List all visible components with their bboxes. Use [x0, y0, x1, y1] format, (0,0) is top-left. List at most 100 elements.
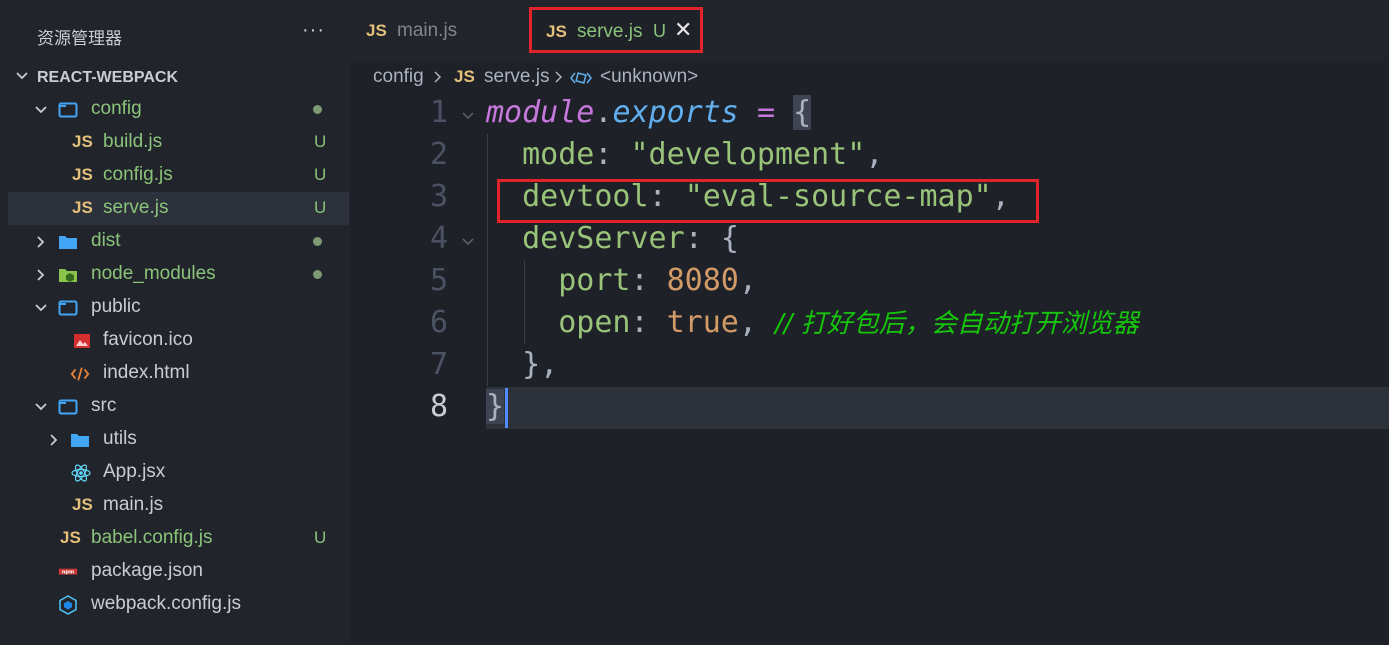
- untracked-badge: U: [314, 528, 327, 547]
- project-root[interactable]: REACT-WEBPACK: [0, 62, 350, 92]
- explorer-header: 资源管理器 ···: [0, 0, 350, 66]
- node-folder-icon: [59, 269, 77, 282]
- line-number: 8: [429, 389, 448, 424]
- tree-item-label: serve.js: [103, 197, 169, 218]
- tree-item-node-modules[interactable]: node_modules: [8, 258, 349, 291]
- js-file-icon: JS: [546, 22, 567, 41]
- tree-item-label: favicon.ico: [103, 329, 193, 350]
- tree-item-label: dist: [91, 230, 121, 251]
- tree-item-label: webpack.config.js: [91, 593, 241, 614]
- chevron-down-icon: [35, 304, 47, 312]
- explorer-sidebar: 资源管理器 ··· REACT-WEBPACK config JS build.…: [0, 0, 350, 645]
- tree-item-webpack-config[interactable]: webpack.config.js: [8, 588, 349, 621]
- tree-item-src[interactable]: src: [8, 390, 349, 423]
- tree-item-index-html[interactable]: index.html: [8, 357, 349, 390]
- tree-item-label: package.json: [91, 560, 203, 581]
- symbol-variable-icon: [570, 72, 592, 84]
- code-line-7: },: [522, 347, 559, 382]
- folder-icon: [71, 434, 89, 447]
- line-number: 4: [429, 221, 448, 256]
- tree-item-label: public: [91, 296, 141, 317]
- tree-item-utils[interactable]: utils: [8, 423, 349, 456]
- project-name: REACT-WEBPACK: [37, 69, 179, 86]
- code-line-8: }: [486, 389, 505, 424]
- image-file-icon: [74, 334, 90, 348]
- tree-item-main-js[interactable]: JS main.js: [8, 489, 349, 522]
- js-file-icon: JS: [72, 495, 93, 514]
- js-file-icon: JS: [60, 528, 81, 547]
- js-file-icon: JS: [454, 67, 475, 86]
- chevron-right-icon: [434, 71, 442, 83]
- line-number: 7: [429, 347, 448, 382]
- line-number: 1: [429, 95, 448, 130]
- breadcrumb-symbol[interactable]: <unknown>: [600, 66, 698, 88]
- chevron-down-icon: [35, 403, 47, 411]
- modified-dot: [313, 270, 322, 279]
- modified-dot: [313, 105, 322, 114]
- code-line-5: port: 8080,: [558, 263, 757, 298]
- untracked-badge: U: [314, 198, 327, 217]
- untracked-badge: U: [653, 21, 666, 41]
- explorer-title: 资源管理器: [37, 29, 122, 48]
- tree-item-build-js[interactable]: JS build.js U: [8, 126, 349, 159]
- folder-open-icon: [58, 102, 78, 118]
- close-icon[interactable]: ✕: [674, 17, 692, 43]
- fold-chevron-icon[interactable]: [461, 235, 475, 249]
- breadcrumb: config JS serve.js <unknown>: [350, 62, 1389, 92]
- tab-label: serve.js: [577, 21, 643, 42]
- current-line-highlight: [486, 387, 1389, 429]
- tree-item-config-js[interactable]: JS config.js U: [8, 159, 349, 192]
- breadcrumb-folder[interactable]: config: [373, 66, 424, 88]
- js-file-icon: JS: [72, 165, 93, 184]
- tree-item-babel-config[interactable]: JS babel.config.js U: [8, 522, 349, 555]
- modified-dot: [313, 237, 322, 246]
- tab-label: main.js: [397, 20, 458, 41]
- tree-item-favicon[interactable]: favicon.ico: [8, 324, 349, 357]
- js-file-icon: JS: [72, 198, 93, 217]
- tree-item-label: build.js: [103, 131, 163, 152]
- tree-item-label: config: [91, 98, 142, 119]
- tree-item-dist[interactable]: dist: [8, 225, 349, 258]
- code-line-6: open: true, // 打好包后，会自动打开浏览器: [558, 305, 1139, 340]
- code-editor[interactable]: 1 2 3 4 5 6 7 8 module.exports = { mode:…: [350, 92, 1389, 645]
- js-file-icon: JS: [72, 132, 93, 151]
- more-actions-button[interactable]: ···: [302, 19, 325, 42]
- tree-item-serve-js[interactable]: JS serve.js U: [8, 192, 349, 225]
- chevron-right-icon: [37, 236, 45, 248]
- tree-item-app-jsx[interactable]: App.jsx: [8, 456, 349, 489]
- text-cursor: [505, 388, 508, 428]
- tab-serve-js[interactable]: JS serve.js U ✕: [529, 7, 703, 53]
- tree-item-label: config.js: [103, 164, 173, 185]
- line-number: 6: [429, 305, 448, 340]
- line-number: 3: [429, 179, 448, 214]
- line-number: 2: [429, 137, 448, 172]
- tree-item-label: main.js: [103, 494, 164, 515]
- untracked-badge: U: [314, 132, 327, 151]
- tree-item-label: babel.config.js: [91, 527, 213, 548]
- line-number: 5: [429, 263, 448, 298]
- breadcrumb-file[interactable]: serve.js: [484, 66, 549, 88]
- tree-item-label: index.html: [103, 362, 190, 383]
- tree-item-label: node_modules: [91, 263, 216, 284]
- untracked-badge: U: [314, 165, 327, 184]
- tree-item-label: App.jsx: [103, 461, 166, 482]
- editor-tab-bar: JS main.js JS serve.js U ✕: [350, 0, 1389, 66]
- npm-icon: npm: [58, 568, 78, 576]
- tab-main-js[interactable]: JS main.js: [350, 6, 528, 52]
- folder-icon: [59, 236, 77, 249]
- svg-text:npm: npm: [62, 570, 74, 576]
- code-line-2: mode: "development",: [522, 137, 884, 172]
- folder-open-icon: [58, 300, 78, 316]
- fold-chevron-icon[interactable]: [461, 109, 475, 123]
- tree-item-label: utils: [103, 428, 137, 449]
- chevron-right-icon: [37, 269, 45, 281]
- react-icon: [71, 464, 91, 482]
- chevron-down-icon: [16, 72, 28, 80]
- tree-item-label: src: [91, 395, 117, 416]
- tree-item-package-json[interactable]: npm package.json: [8, 555, 349, 588]
- tree-item-config[interactable]: config: [8, 93, 349, 126]
- webpack-icon: [59, 595, 77, 615]
- chevron-right-icon: [50, 434, 58, 446]
- annotation-highlight-box: [497, 179, 1039, 223]
- tree-item-public[interactable]: public: [8, 291, 349, 324]
